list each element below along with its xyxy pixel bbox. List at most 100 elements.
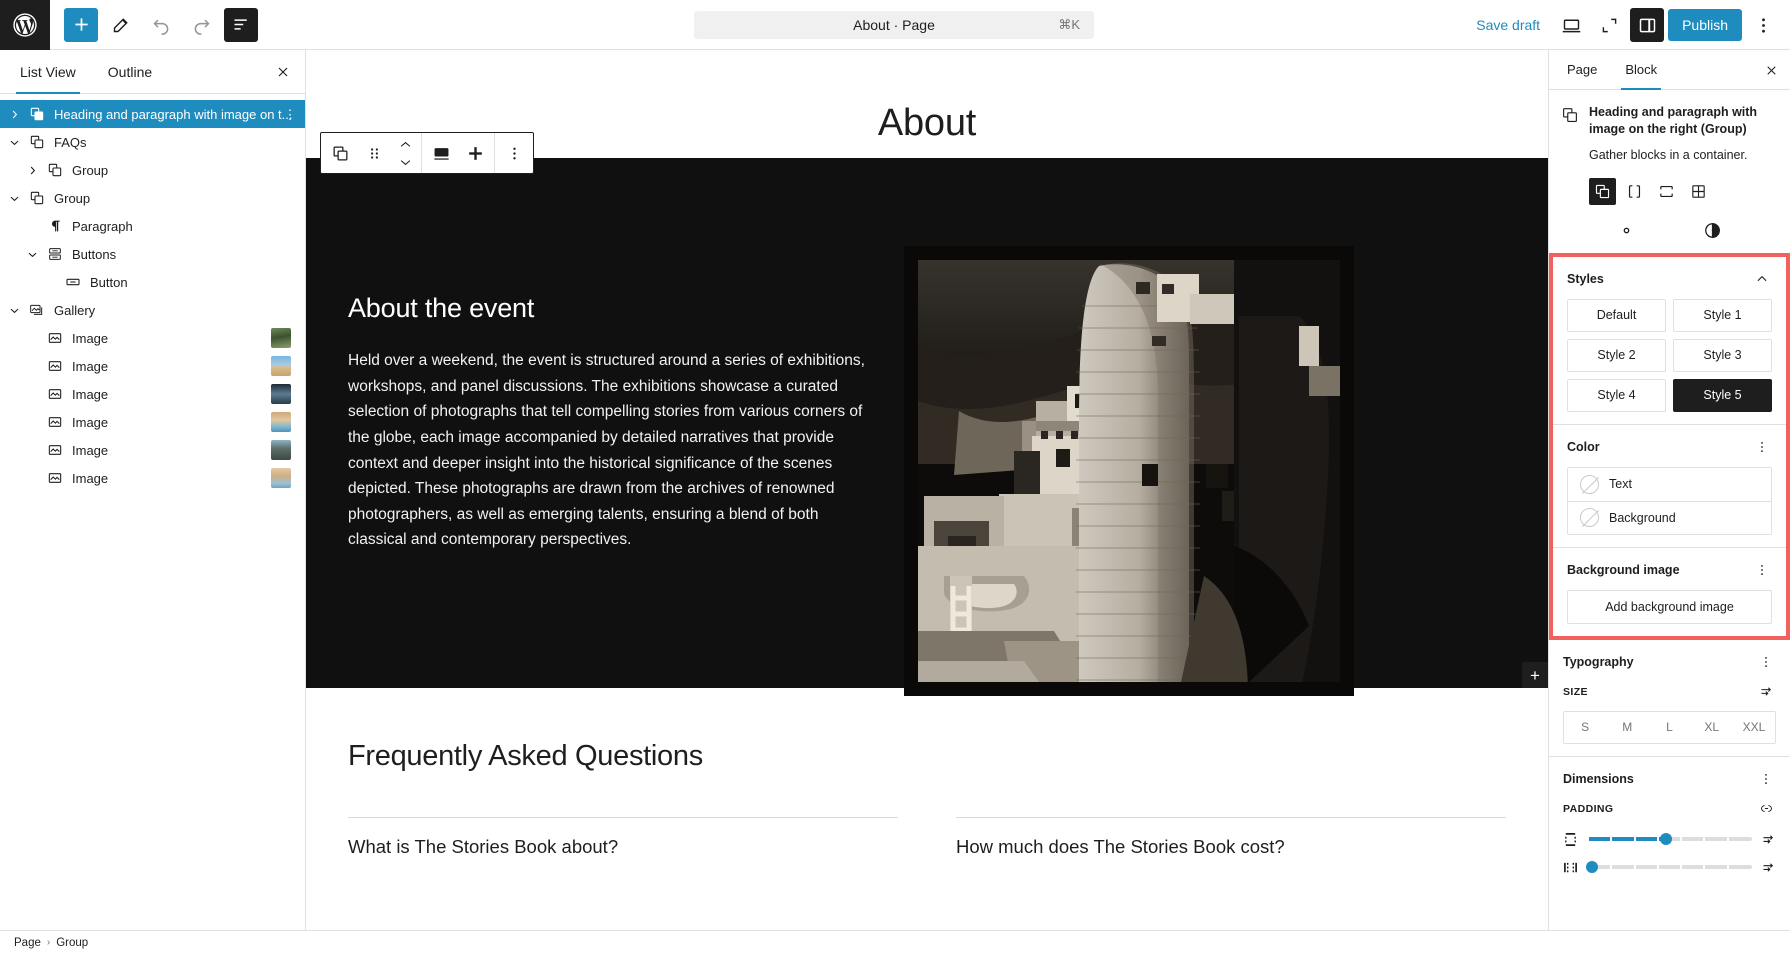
drag-handle-icon[interactable] (357, 133, 391, 173)
breadcrumb-item-group[interactable]: Group (56, 937, 88, 949)
document-title-bar[interactable]: About · Page ⌘K (694, 11, 1094, 39)
list-item[interactable]: Button (0, 268, 305, 296)
tab-outline[interactable]: Outline (92, 50, 168, 93)
grid-variation-button[interactable] (1685, 178, 1712, 205)
background-image-panel: Background image Add background image (1553, 548, 1786, 636)
list-item[interactable]: Buttons (0, 240, 305, 268)
close-icon[interactable] (269, 58, 297, 86)
faq-item[interactable]: What is The Stories Book about? (348, 817, 898, 858)
faq-heading[interactable]: Frequently Asked Questions (348, 740, 1506, 773)
hero-group-block[interactable]: About the event Held over a weekend, the… (306, 158, 1548, 696)
style-option-style-4[interactable]: Style 4 (1567, 378, 1666, 412)
group-block-icon (26, 134, 48, 150)
vertical-dots-icon[interactable] (1752, 560, 1772, 580)
list-item[interactable]: Image (0, 380, 305, 408)
image-icon (44, 414, 66, 430)
image-icon (44, 470, 66, 486)
horizontal-padding-track[interactable] (1585, 861, 1752, 874)
tab-block[interactable]: Block (1611, 50, 1671, 90)
sliders-icon[interactable] (1756, 682, 1776, 702)
list-item[interactable]: Image (0, 464, 305, 492)
block-more-options-icon[interactable] (497, 133, 531, 173)
redo-button[interactable] (184, 8, 218, 42)
expand-chevron-icon[interactable] (2, 136, 26, 149)
list-item[interactable]: Image (0, 408, 305, 436)
list-item-options-icon[interactable]: ⋮ (281, 108, 299, 121)
wordpress-logo-icon[interactable] (0, 0, 50, 50)
style-option-style-1[interactable]: Style 1 (1673, 298, 1772, 332)
font-size-l[interactable]: L (1648, 711, 1691, 743)
add-background-image-button[interactable]: Add background image (1567, 589, 1772, 624)
style-option-style-2[interactable]: Style 2 (1567, 338, 1666, 372)
vertical-padding-slider[interactable] (1563, 832, 1776, 847)
group-variation-button[interactable] (1589, 177, 1616, 205)
buttons-icon (44, 246, 66, 262)
font-size-m[interactable]: M (1606, 711, 1649, 743)
list-view-icon[interactable] (224, 7, 258, 42)
vertical-dots-icon[interactable] (1752, 437, 1772, 457)
font-size-xxl[interactable]: XXL (1732, 711, 1775, 743)
move-up-button[interactable] (392, 135, 418, 153)
vertical-dots-icon[interactable] (1756, 652, 1776, 672)
list-item[interactable]: Image (0, 324, 305, 352)
add-block-button[interactable] (64, 7, 98, 42)
contrast-icon[interactable] (1698, 216, 1728, 246)
chevron-up-icon[interactable] (1752, 269, 1772, 289)
undo-button[interactable] (144, 8, 178, 42)
list-item[interactable]: Image (0, 352, 305, 380)
sliders-icon[interactable] (1761, 832, 1776, 847)
align-full-icon[interactable] (424, 133, 458, 173)
spacing-icon[interactable] (458, 133, 492, 173)
style-option-style-3[interactable]: Style 3 (1673, 338, 1772, 372)
expand-chevron-icon[interactable] (2, 304, 26, 317)
move-down-button[interactable] (392, 153, 418, 171)
expand-chevron-icon[interactable] (2, 192, 26, 205)
sliders-icon[interactable] (1761, 860, 1776, 875)
faq-question: What is The Stories Book about? (348, 836, 619, 857)
tab-list-view[interactable]: List View (4, 50, 92, 94)
font-size-s[interactable]: S (1564, 711, 1607, 743)
list-view-sidebar: List View Outline Heading and paragraph … (0, 50, 306, 930)
style-option-default[interactable]: Default (1567, 298, 1666, 332)
link-sides-icon[interactable] (1756, 799, 1776, 819)
close-icon[interactable] (1758, 57, 1784, 83)
vertical-dots-icon[interactable] (1756, 769, 1776, 789)
color-row-text[interactable]: Text (1568, 467, 1771, 501)
save-draft-button[interactable]: Save draft (1466, 11, 1550, 39)
gear-icon[interactable] (1611, 216, 1641, 246)
breadcrumb-item-page[interactable]: Page (14, 937, 41, 949)
zoom-out-icon[interactable] (1592, 8, 1626, 42)
list-item[interactable]: Gallery (0, 296, 305, 324)
expand-chevron-icon[interactable] (20, 248, 44, 261)
horizontal-padding-slider[interactable] (1563, 860, 1776, 875)
typography-panel-title: Typography (1563, 654, 1634, 669)
list-item[interactable]: Heading and paragraph with image on t...… (0, 100, 305, 128)
row-variation-button[interactable] (1621, 178, 1648, 205)
edit-tool-button[interactable] (104, 8, 138, 42)
vertical-padding-track[interactable] (1587, 833, 1752, 846)
list-item[interactable]: Image (0, 436, 305, 464)
hero-heading[interactable]: About the event (348, 293, 866, 324)
publish-button[interactable]: Publish (1668, 9, 1742, 41)
hero-image[interactable] (904, 246, 1354, 696)
tab-page[interactable]: Page (1553, 50, 1611, 89)
sidebar-toggle-icon[interactable] (1630, 8, 1665, 42)
font-size-xl[interactable]: XL (1690, 711, 1733, 743)
expand-chevron-icon[interactable] (2, 108, 26, 121)
block-appender-plus-icon[interactable]: + (1522, 662, 1548, 688)
list-item[interactable]: Paragraph (0, 212, 305, 240)
editor-canvas[interactable]: About About the event Held over a weeken… (306, 50, 1548, 930)
list-item[interactable]: Group (0, 184, 305, 212)
list-item[interactable]: FAQs (0, 128, 305, 156)
style-option-style-5[interactable]: Style 5 (1673, 378, 1772, 412)
faq-item[interactable]: How much does The Stories Book cost? (956, 817, 1506, 858)
color-row-background[interactable]: Background (1568, 500, 1771, 534)
desktop-icon[interactable] (1554, 8, 1588, 42)
top-toolbar-tools (50, 7, 258, 42)
more-options-icon[interactable] (1746, 8, 1780, 42)
hero-paragraph[interactable]: Held over a weekend, the event is struct… (348, 348, 866, 553)
stack-variation-button[interactable] (1653, 178, 1680, 205)
block-type-icon[interactable] (323, 133, 357, 173)
expand-chevron-icon[interactable] (20, 164, 44, 177)
list-item[interactable]: Group (0, 156, 305, 184)
